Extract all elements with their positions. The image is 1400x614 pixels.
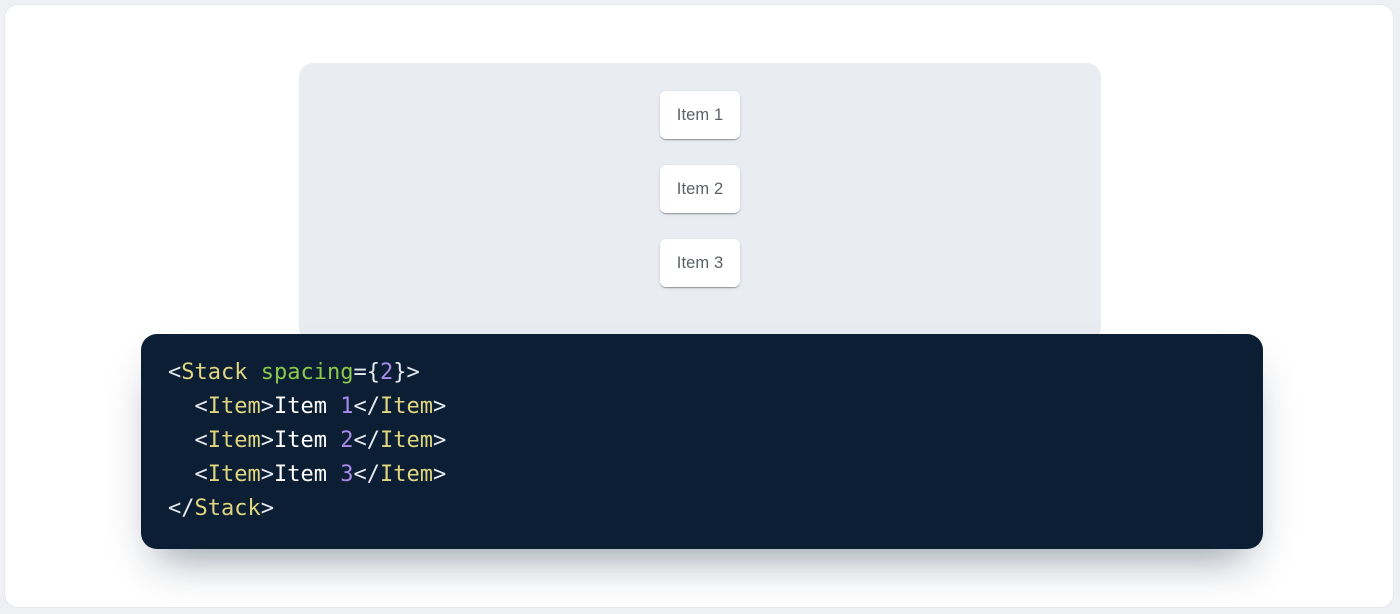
code-token-punct: </ bbox=[353, 428, 380, 453]
code-token-punct: }> bbox=[393, 360, 420, 385]
code-block: <Stack spacing={2}> <Item>Item 1</Item> … bbox=[141, 334, 1263, 549]
code-token-punct: > bbox=[433, 428, 446, 453]
code-token-punct: </ bbox=[353, 462, 380, 487]
code-token-num: 1 bbox=[340, 394, 353, 419]
code-token-num: 2 bbox=[380, 360, 393, 385]
code-line: <Stack spacing={2}> bbox=[168, 356, 1233, 390]
code-token-punct: </ bbox=[168, 496, 195, 521]
code-token-punct: > bbox=[261, 496, 274, 521]
code-token-punct: < bbox=[195, 462, 208, 487]
code-token-punct: ={ bbox=[353, 360, 380, 385]
code-token-num: 3 bbox=[340, 462, 353, 487]
code-token-tag: Stack bbox=[195, 496, 261, 521]
code-line: <Item>Item 3</Item> bbox=[168, 458, 1233, 492]
page-surface: Item 1Item 2Item 3 <Stack spacing={2}> <… bbox=[4, 4, 1394, 608]
stack-item: Item 3 bbox=[660, 239, 740, 287]
code-token-tag: Stack bbox=[181, 360, 247, 385]
code-line: </Stack> bbox=[168, 492, 1233, 526]
code-token-punct: > bbox=[261, 428, 274, 453]
code-token-punct: > bbox=[433, 394, 446, 419]
code-token-text bbox=[247, 360, 260, 385]
code-token-punct: < bbox=[195, 394, 208, 419]
code-token-text bbox=[168, 428, 195, 453]
code-token-punct: < bbox=[168, 360, 181, 385]
code-token-tag: Item bbox=[208, 394, 261, 419]
code-token-tag: Item bbox=[380, 428, 433, 453]
code-token-tag: Item bbox=[380, 462, 433, 487]
code-token-text: Item bbox=[274, 428, 340, 453]
code-token-attr: spacing bbox=[261, 360, 354, 385]
code-token-num: 2 bbox=[340, 428, 353, 453]
code-token-punct: > bbox=[261, 394, 274, 419]
code-token-text bbox=[168, 462, 195, 487]
code-token-punct: > bbox=[261, 462, 274, 487]
code-line: <Item>Item 1</Item> bbox=[168, 390, 1233, 424]
code-token-tag: Item bbox=[208, 428, 261, 453]
code-token-punct: > bbox=[433, 462, 446, 487]
stack-item: Item 1 bbox=[660, 91, 740, 139]
stack-item: Item 2 bbox=[660, 165, 740, 213]
code-line: <Item>Item 2</Item> bbox=[168, 424, 1233, 458]
code-token-text: Item bbox=[274, 394, 340, 419]
code-token-tag: Item bbox=[380, 394, 433, 419]
code-token-punct: </ bbox=[353, 394, 380, 419]
stack-demo-panel: Item 1 Item 2 Item 3 bbox=[299, 63, 1101, 341]
stack-demo: Item 1 Item 2 Item 3 bbox=[299, 91, 1101, 287]
code-token-punct: < bbox=[195, 428, 208, 453]
code-token-text bbox=[168, 394, 195, 419]
code-token-text: Item bbox=[274, 462, 340, 487]
code-token-tag: Item bbox=[208, 462, 261, 487]
